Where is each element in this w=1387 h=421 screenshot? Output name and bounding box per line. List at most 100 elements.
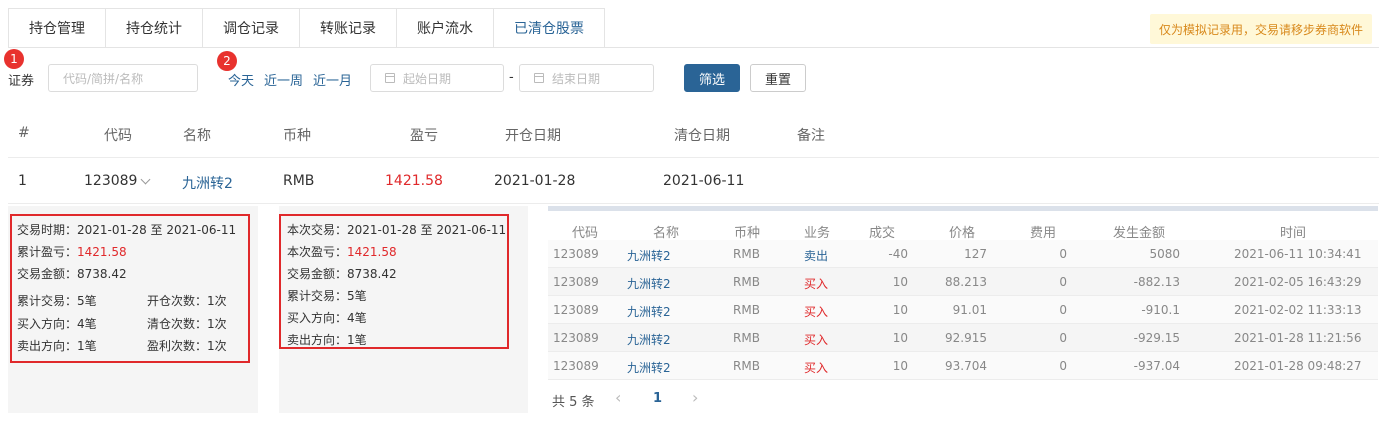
cell-amt: -882.13 xyxy=(1133,275,1180,289)
cell-fee: 0 xyxy=(1059,359,1067,373)
quick-week-link[interactable]: 近一周 xyxy=(264,70,303,89)
filter-button[interactable]: 筛选 xyxy=(684,64,740,92)
row-open-date: 2021-01-28 xyxy=(494,173,576,189)
cell-qty: 10 xyxy=(892,359,908,373)
chevron-down-icon[interactable] xyxy=(140,174,151,185)
cell-name[interactable]: 九洲转2 xyxy=(627,359,671,376)
cell-time: 2021-01-28 11:21:56 xyxy=(1234,331,1362,345)
col-code: 代码 xyxy=(104,128,132,144)
current-pnl: 本次盈亏：1421.58 xyxy=(287,245,397,259)
row-close-date: 2021-06-11 xyxy=(663,173,745,189)
cell-name[interactable]: 九洲转2 xyxy=(627,247,671,264)
simulation-notice: 仅为模拟记录用，交易请移步券商软件 xyxy=(1150,14,1372,44)
cell-price: 127 xyxy=(964,247,987,261)
transaction-table-header: 代码 名称 币种 业务 成交 价格 费用 发生金额 时间 xyxy=(548,206,1378,241)
tab-bar: 持仓管理 持仓统计 调仓记录 转账记录 账户流水 已清仓股票 xyxy=(8,8,605,48)
trade-amount: 交易金额：8738.42 xyxy=(17,267,127,281)
start-date-placeholder: 起始日期 xyxy=(403,71,452,86)
transaction-row: 123089 九洲转2 RMB 卖出 -40 127 0 5080 2021-06-11 10:… xyxy=(548,240,1378,268)
cell-fee: 0 xyxy=(1059,275,1067,289)
quick-today-link[interactable]: 今天 xyxy=(228,70,254,89)
cumulative-pnl: 累计盈亏：1421.58 xyxy=(17,245,127,259)
quick-month-link[interactable]: 近一月 xyxy=(313,70,352,89)
security-input[interactable]: 代码/简拼/名称 xyxy=(48,64,198,92)
cell-price: 93.704 xyxy=(945,359,987,373)
transaction-row: 123089 九洲转2 RMB 买入 10 92.915 0 -929.15 2021-01-2… xyxy=(548,324,1378,352)
col-index: # xyxy=(18,125,30,141)
row-divider xyxy=(8,203,1379,204)
col-remark: 备注 xyxy=(797,128,825,144)
cell-fee: 0 xyxy=(1059,247,1067,261)
sub-col-biz: 业务 xyxy=(804,226,831,241)
row-currency: RMB xyxy=(283,173,315,189)
row-name-link[interactable]: 九洲转2 xyxy=(182,173,233,193)
cell-amt: -910.1 xyxy=(1141,303,1180,317)
col-close-date: 清仓日期 xyxy=(674,128,730,144)
page-number-1[interactable]: 1 xyxy=(653,391,662,406)
transaction-row: 123089 九洲转2 RMB 买入 10 91.01 0 -910.1 2021-02-02 … xyxy=(548,296,1378,324)
win-count: 盈利次数：1次 xyxy=(147,339,227,353)
tab-position-stats[interactable]: 持仓统计 xyxy=(105,8,202,48)
row-pnl: 1421.58 xyxy=(385,173,443,189)
cell-qty: 10 xyxy=(892,331,908,345)
cell-code: 123089 xyxy=(553,331,599,345)
cell-biz: 买入 xyxy=(804,305,829,319)
cell-amt: -929.15 xyxy=(1133,331,1180,345)
current-cumulative-trades: 累计交易：5笔 xyxy=(287,289,367,303)
tab-position-manage[interactable]: 持仓管理 xyxy=(8,8,105,48)
start-date-input[interactable]: 起始日期 xyxy=(370,64,504,92)
cell-fee: 0 xyxy=(1059,331,1067,345)
open-count: 开仓次数：1次 xyxy=(147,294,227,308)
col-currency: 币种 xyxy=(283,128,311,144)
sub-col-name: 名称 xyxy=(653,226,680,241)
cell-time: 2021-01-28 09:48:27 xyxy=(1234,359,1362,373)
cell-name[interactable]: 九洲转2 xyxy=(627,331,671,348)
col-pnl: 盈亏 xyxy=(410,128,438,144)
cell-name[interactable]: 九洲转2 xyxy=(627,303,671,320)
cell-name[interactable]: 九洲转2 xyxy=(627,275,671,292)
cell-price: 91.01 xyxy=(952,303,987,317)
tab-account-flow[interactable]: 账户流水 xyxy=(396,8,493,48)
buy-direction: 买入方向：4笔 xyxy=(17,317,97,331)
sub-col-code: 代码 xyxy=(572,226,599,241)
next-page-button[interactable]: › xyxy=(692,388,698,407)
sell-direction: 卖出方向：1笔 xyxy=(17,339,97,353)
col-name: 名称 xyxy=(183,128,211,144)
header-divider xyxy=(8,157,1379,158)
cell-amt: 5080 xyxy=(1149,247,1180,261)
tab-rebalance-records[interactable]: 调仓记录 xyxy=(202,8,299,48)
reset-button[interactable]: 重置 xyxy=(750,64,806,92)
tab-transfer-records[interactable]: 转账记录 xyxy=(299,8,396,48)
cell-cur: RMB xyxy=(733,303,760,317)
cell-price: 88.213 xyxy=(945,275,987,289)
col-open-date: 开仓日期 xyxy=(505,128,561,144)
cumulative-trades: 累计交易：5笔 xyxy=(17,294,97,308)
transaction-row: 123089 九洲转2 RMB 买入 10 88.213 0 -882.13 2021-02-0… xyxy=(548,268,1378,296)
cell-biz: 买入 xyxy=(804,333,829,347)
end-date-placeholder: 结束日期 xyxy=(552,71,601,86)
step-badge-2: 2 xyxy=(217,51,237,71)
calendar-icon xyxy=(385,73,395,83)
cell-price: 92.915 xyxy=(945,331,987,345)
cell-biz: 买入 xyxy=(804,277,829,291)
cell-fee: 0 xyxy=(1059,303,1067,317)
end-date-input[interactable]: 结束日期 xyxy=(519,64,654,92)
tab-cleared-stocks[interactable]: 已清仓股票 xyxy=(493,8,605,48)
sub-col-fee: 费用 xyxy=(1030,226,1057,241)
prev-page-button[interactable]: ‹ xyxy=(615,388,621,407)
current-buy-direction: 买入方向：4笔 xyxy=(287,311,367,325)
cell-biz: 卖出 xyxy=(804,249,829,263)
cell-qty: 10 xyxy=(892,303,908,317)
cell-time: 2021-02-05 16:43:29 xyxy=(1234,275,1362,289)
step-badge-1: 1 xyxy=(4,49,24,69)
cell-biz: 买入 xyxy=(804,361,829,375)
transaction-row: 123089 九洲转2 RMB 买入 10 93.704 0 -937.04 2021-01-2… xyxy=(548,352,1378,380)
cell-cur: RMB xyxy=(733,275,760,289)
sub-col-price: 价格 xyxy=(949,226,976,241)
sub-col-qty: 成交 xyxy=(869,226,896,241)
row-index: 1 xyxy=(18,173,27,189)
cell-qty: -40 xyxy=(888,247,908,261)
trade-period: 交易时期：2021-01-28 至 2021-06-11 xyxy=(17,223,237,237)
sub-col-time: 时间 xyxy=(1280,226,1307,241)
sub-col-currency: 币种 xyxy=(734,226,761,241)
